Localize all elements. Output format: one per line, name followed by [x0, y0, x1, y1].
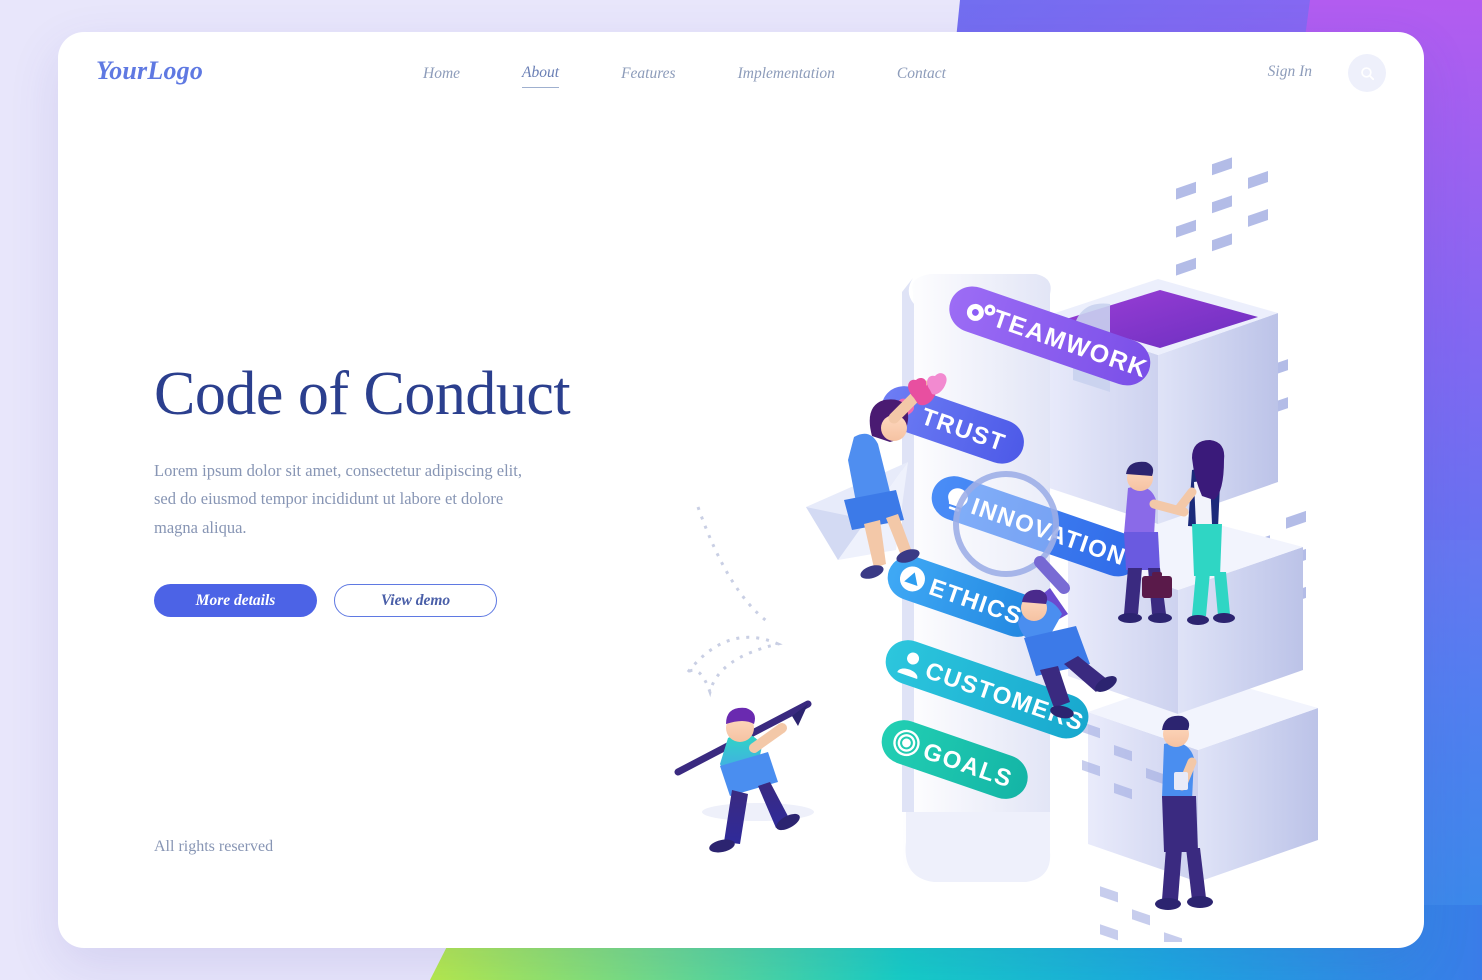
- site-header: YourLogo Home About Features Implementat…: [58, 32, 1424, 118]
- page-title: Code of Conduct: [154, 360, 571, 428]
- nav-item-about[interactable]: About: [522, 60, 560, 88]
- hero-subtitle: Lorem ipsum dolor sit amet, consectetur …: [154, 461, 522, 537]
- nav-item-contact[interactable]: Contact: [897, 61, 946, 88]
- view-demo-button[interactable]: View demo: [334, 584, 497, 618]
- hero-section: Code of Conduct Lorem ipsum dolor sit am…: [154, 360, 694, 618]
- more-details-button[interactable]: More details: [154, 584, 317, 618]
- page-card: YourLogo Home About Features Implementat…: [58, 32, 1424, 948]
- character-man-with-arrow: [674, 700, 814, 853]
- nav-item-features[interactable]: Features: [621, 61, 676, 88]
- hero-illustration: TEAMWORK TRUST INNOVATION ETHICS CUSTOME…: [658, 152, 1418, 942]
- sign-in-link[interactable]: Sign In: [1268, 63, 1312, 81]
- nav-item-home[interactable]: Home: [423, 61, 460, 88]
- search-icon: [1360, 66, 1374, 80]
- nav-item-implementation[interactable]: Implementation: [738, 61, 835, 88]
- rights-notice: All rights reserved: [154, 838, 274, 855]
- hero-actions: More details View demo: [154, 584, 694, 618]
- search-button[interactable]: [1348, 54, 1386, 92]
- brand-logo[interactable]: YourLogo: [96, 56, 203, 86]
- main-navigation: Home About Features Implementation Conta…: [423, 60, 946, 88]
